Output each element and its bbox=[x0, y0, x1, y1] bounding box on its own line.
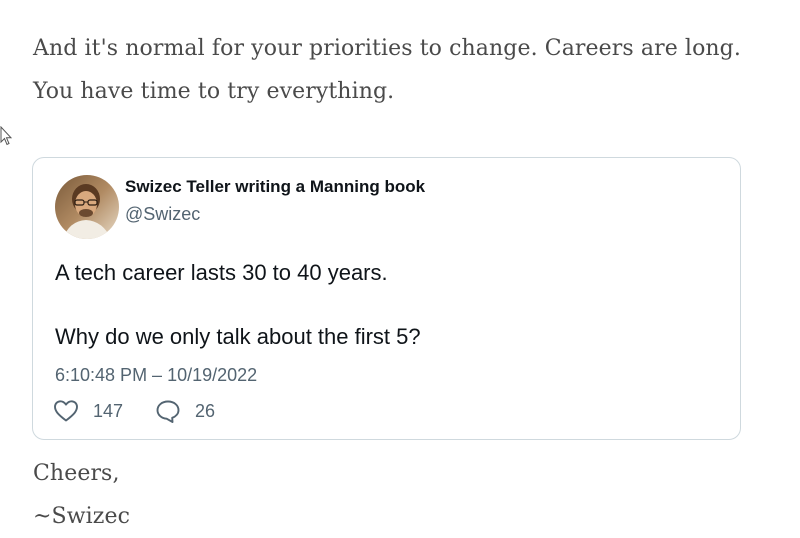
signature-text: ~Swizec bbox=[33, 504, 131, 529]
article-paragraph: And it's normal for your priorities to c… bbox=[33, 36, 741, 104]
closing-text: Cheers, bbox=[33, 461, 120, 486]
tweet-author-handle[interactable]: @Swizec bbox=[125, 204, 200, 225]
tweet-author-name[interactable]: Swizec Teller writing a Manning book bbox=[125, 177, 425, 197]
mouse-cursor-icon bbox=[0, 126, 12, 146]
reply-button[interactable]: 26 bbox=[155, 398, 215, 424]
embedded-tweet-card[interactable]: Swizec Teller writing a Manning book @Sw… bbox=[32, 157, 741, 440]
tweet-text-line-1: A tech career lasts 30 to 40 years. bbox=[55, 260, 388, 285]
author-avatar[interactable] bbox=[55, 175, 119, 239]
tweet-text-line-2: Why do we only talk about the first 5? bbox=[55, 324, 421, 349]
reply-count: 26 bbox=[195, 400, 216, 421]
like-button[interactable]: 147 bbox=[53, 398, 123, 424]
speech-bubble-icon bbox=[156, 400, 180, 423]
heart-icon bbox=[54, 400, 78, 422]
like-count: 147 bbox=[93, 400, 124, 421]
tweet-timestamp-link[interactable]: 6:10:48 PM – 10/19/2022 bbox=[55, 365, 257, 386]
avatar-photo bbox=[55, 175, 119, 239]
